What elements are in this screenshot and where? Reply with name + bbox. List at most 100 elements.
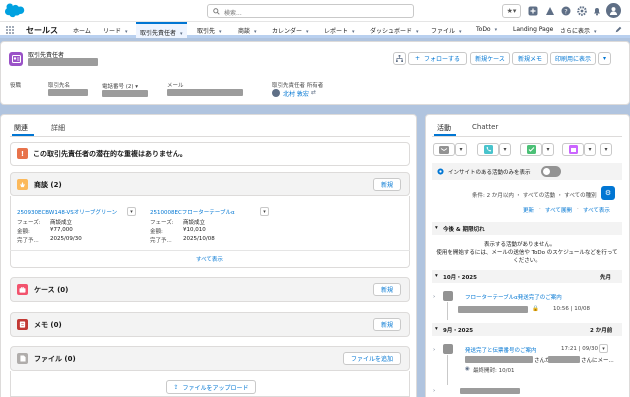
help-icon[interactable]: ? [559, 4, 573, 18]
account-name-redacted [48, 89, 88, 96]
upload-file-button[interactable]: ⇪ ファイルをアップロード [166, 380, 256, 394]
add-file-button[interactable]: ファイルを追加 [342, 352, 401, 365]
insights-toggle[interactable] [541, 166, 561, 177]
nav-item-opportunities[interactable]: 商談 ▾ [238, 26, 257, 35]
nav-item-reports[interactable]: レポート ▾ [324, 26, 355, 35]
opportunities-header: 商談 (2) 新規 [10, 172, 410, 196]
nav-item-calendar[interactable]: カレンダー ▾ [272, 26, 309, 35]
event-action-button[interactable] [562, 143, 584, 156]
follow-button[interactable]: + フォローする [408, 52, 467, 65]
activity-item-menu[interactable]: ▾ [599, 344, 608, 353]
print-view-button[interactable]: 印刷用に表示 [550, 52, 596, 65]
favorites-icon[interactable]: ★▾ [502, 4, 521, 18]
chevron-down-icon: ▾ [352, 29, 355, 35]
chevron-right-icon[interactable]: › [433, 388, 435, 394]
email-action-button[interactable] [433, 143, 455, 156]
opportunity-phase: 商談成立 [50, 220, 73, 226]
month-label: 9月・2025 [443, 328, 474, 334]
warning-icon: ! [17, 148, 28, 159]
activity-snippet-end: さんにメー... [581, 358, 614, 364]
files-title: ファイル (0) [34, 355, 76, 363]
call-action-button[interactable] [477, 143, 499, 156]
nav-item-landing-page[interactable]: Landing Page [513, 26, 553, 33]
nav-item-leads[interactable]: リード ▾ [103, 26, 128, 35]
month-relative: 先月 [600, 275, 612, 281]
opportunity-amount-label: 金額: [17, 229, 30, 235]
hierarchy-button[interactable] [393, 52, 406, 65]
expand-all-link[interactable]: すべて展開 [545, 206, 572, 214]
tab-related[interactable]: 関連 [14, 123, 28, 133]
nav-item-todo[interactable]: ToDo ▾ [476, 26, 497, 33]
new-memo-button[interactable]: 新規メモ [512, 52, 548, 65]
refresh-link[interactable]: 更新 [523, 206, 534, 214]
hierarchy-icon [396, 55, 403, 62]
task-action-button[interactable] [520, 143, 542, 156]
email-icon [443, 291, 453, 301]
nav-item-contacts[interactable]: 取引先責任者 ▾ [136, 22, 187, 38]
separator: · [539, 206, 541, 212]
owner-link[interactable]: 北村 敦宏 [283, 89, 309, 98]
global-search[interactable]: 検索... [207, 4, 414, 18]
opportunity-row-menu[interactable]: ▾ [127, 207, 136, 216]
trailhead-icon[interactable] [543, 4, 557, 18]
month-relative: 2 か月前 [590, 328, 613, 334]
email-action-menu[interactable]: ▾ [455, 143, 467, 156]
app-launcher-icon[interactable] [6, 26, 14, 34]
memos-title: メモ (0) [34, 321, 62, 329]
field-label-account: 取引先名 [48, 83, 71, 89]
notifications-icon[interactable] [590, 4, 604, 18]
chevron-down-icon: ▾ [130, 208, 133, 215]
new-memo-button[interactable]: 新規 [372, 318, 401, 331]
upload-icon: ⇪ [173, 383, 179, 391]
chevron-down-icon: ▾ [263, 208, 266, 215]
tab-activity[interactable]: 活動 [437, 123, 451, 133]
more-actions-button[interactable]: ▾ [598, 52, 611, 65]
chevron-down-icon: ▾ [435, 225, 438, 231]
field-label-email: メール [167, 83, 184, 89]
nav-item-home[interactable]: ホーム [73, 26, 91, 35]
no-activity-text: 表示する活動がありません。 [484, 242, 556, 248]
phone-redacted [102, 90, 148, 97]
activity-item-title[interactable]: 発送完了と伝票番号のご案内 [465, 346, 537, 354]
new-opportunity-button[interactable]: 新規 [372, 178, 401, 191]
settings-icon[interactable] [575, 4, 589, 18]
task-action-menu[interactable]: ▾ [542, 143, 554, 156]
activity-item-title[interactable]: フローターテーブルα発送完了のご案内 [465, 293, 562, 301]
opportunity-amount: ¥77,000 [50, 227, 73, 233]
add-icon[interactable] [526, 4, 540, 18]
email-redacted [167, 89, 243, 96]
view-all-opportunities-link[interactable]: すべて表示 [196, 255, 223, 263]
salesforce-logo[interactable] [5, 3, 27, 18]
opportunity-icon [17, 179, 28, 190]
nav-item-dashboards[interactable]: ダッシュボード ▾ [370, 26, 419, 35]
edit-nav-icon[interactable] [615, 26, 622, 33]
new-case-button[interactable]: 新規 [372, 283, 401, 296]
app-navigation: セールス ホーム リード ▾ 取引先責任者 ▾ 取引先 ▾ 商談 ▾ カレンダー ▾ レポ… [0, 22, 630, 38]
tab-divider [10, 136, 410, 137]
tab-chatter[interactable]: Chatter [472, 123, 498, 131]
opportunity-link[interactable]: 250930ECBW148-VSオリーブグリーン [17, 208, 117, 216]
change-owner-icon[interactable]: ⇄ [311, 89, 316, 96]
avatar[interactable] [606, 3, 621, 18]
opportunity-row-menu[interactable]: ▾ [260, 207, 269, 216]
tab-detail[interactable]: 詳細 [51, 123, 65, 133]
global-header: 検索... ★▾ ? [0, 0, 630, 22]
chevron-right-icon[interactable]: › [433, 347, 435, 353]
app-name: セールス [26, 26, 58, 35]
nav-item-more[interactable]: さらに表示 ▾ [560, 26, 597, 35]
nav-item-accounts[interactable]: 取引先 ▾ [197, 26, 222, 35]
call-action-menu[interactable]: ▾ [499, 143, 511, 156]
view-all-activity-link[interactable]: すべて表示 [583, 206, 610, 214]
more-activity-actions[interactable]: ▾ [600, 143, 612, 156]
opportunity-phase: 商談成立 [183, 220, 206, 226]
event-action-menu[interactable]: ▾ [584, 143, 596, 156]
filter-settings-button[interactable]: ⚙ [601, 186, 615, 200]
tab-divider [432, 136, 622, 137]
call-icon [483, 145, 493, 154]
opened-icon: ◉ [465, 366, 470, 372]
nav-item-files[interactable]: ファイル ▾ [431, 26, 462, 35]
new-case-button[interactable]: 新規ケース [470, 52, 510, 65]
upcoming-title: 今後 & 期限切れ [443, 227, 485, 233]
opportunity-link[interactable]: 2510008ECフローターテーブルα [150, 208, 235, 216]
chevron-right-icon[interactable]: › [433, 294, 435, 300]
